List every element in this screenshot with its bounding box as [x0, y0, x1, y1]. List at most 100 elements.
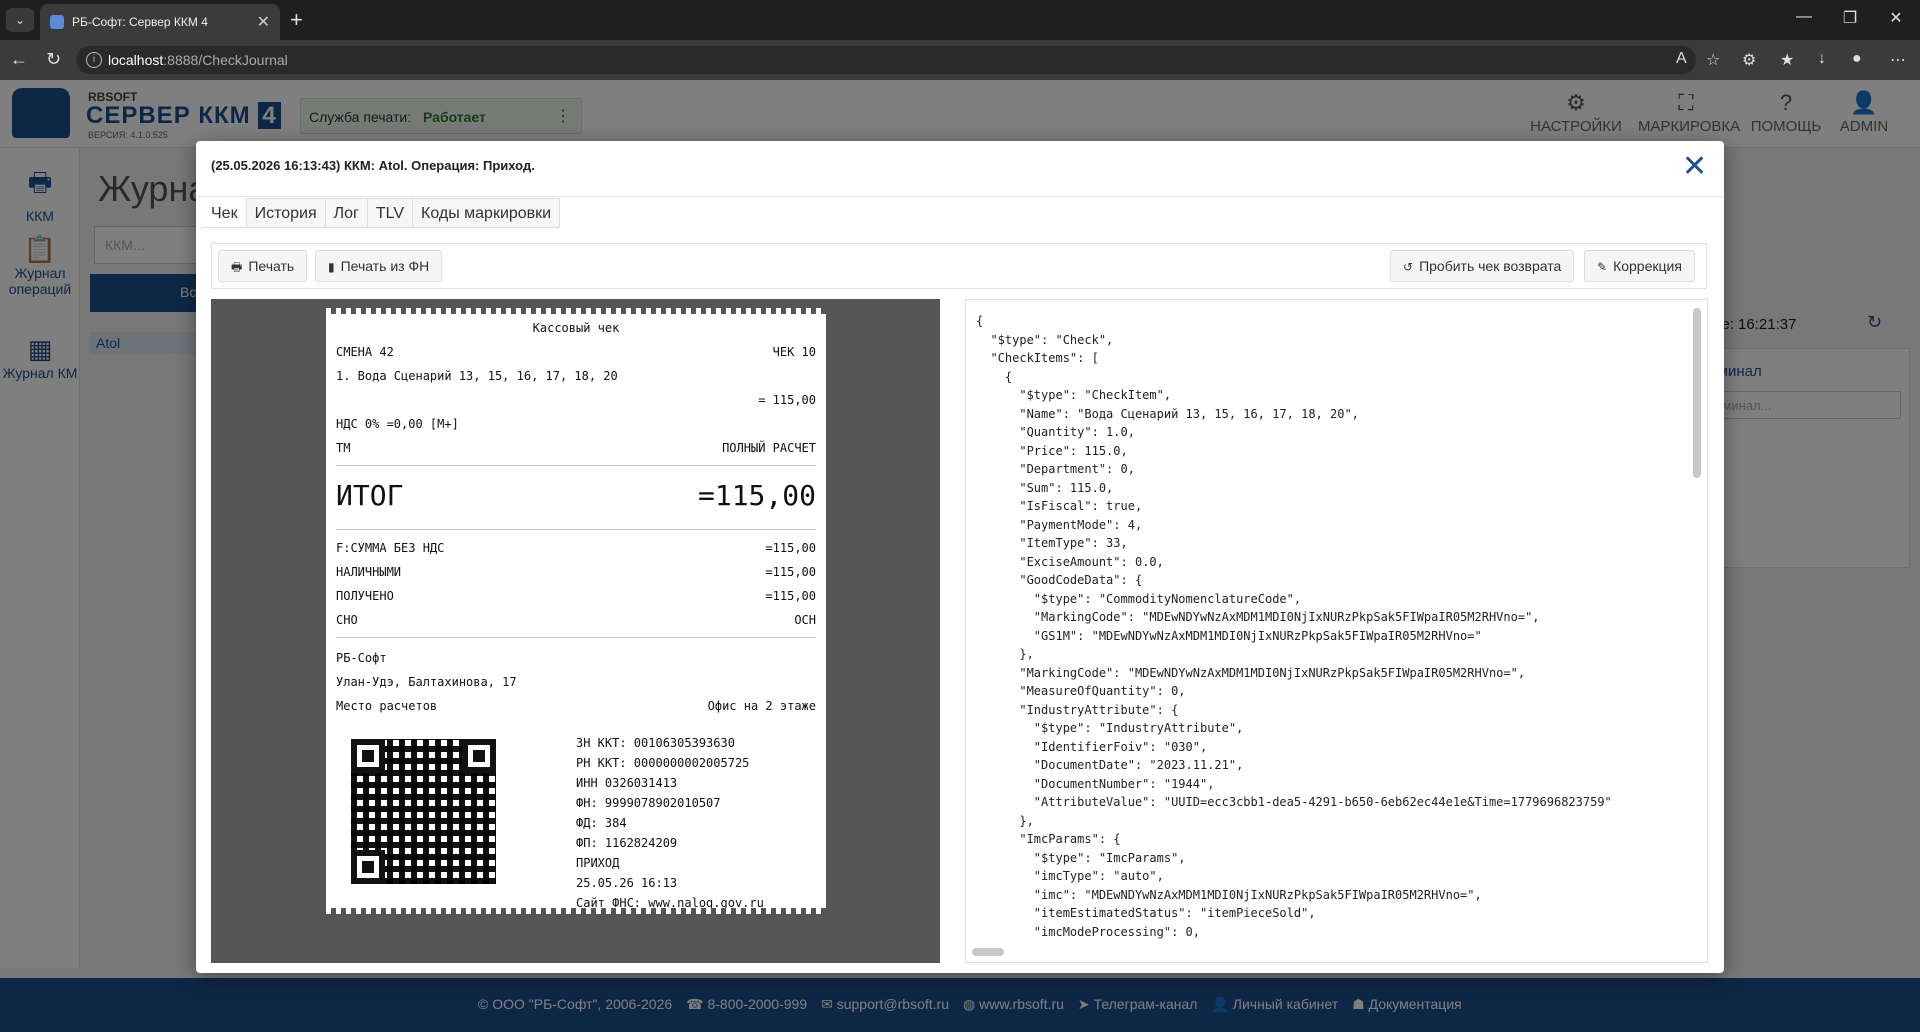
kkt-line: ФД: 384	[576, 816, 627, 830]
receipt-kkt-info: ЗН ККТ: 00106305393630 РН ККТ: 000000000…	[576, 733, 764, 913]
receipt-place-label: Место расчетов	[336, 699, 438, 713]
check-toolbar: 🖶 Печать ▮ Печать из ФН ↺ Пробить чек возвр…	[211, 243, 1707, 289]
address-bar[interactable]: i localhost:8888/CheckJournal	[76, 46, 1696, 74]
receipt-address: Улан-Удэ, Балтахинова, 17	[336, 675, 517, 689]
receipt-org: РБ-Софт	[336, 651, 387, 665]
receipt-line-value: =115,00	[765, 589, 816, 603]
horizontal-scrollbar[interactable]	[972, 948, 1004, 956]
print-button[interactable]: 🖶 Печать	[218, 250, 308, 282]
receipt-check-number: ЧЕК 10	[772, 345, 816, 359]
close-window-icon[interactable]: ✕	[1876, 8, 1916, 28]
receipt-tm-row: ТМ ПОЛНЫЙ РАСЧЕТ	[336, 441, 816, 455]
receipt-total-value: =115,00	[697, 479, 816, 512]
modal-tabs: Чек История Лог TLV Коды маркировки	[202, 198, 561, 228]
profile-avatar-icon[interactable]: ●	[1852, 50, 1862, 68]
receipt-place-row: Место расчетов Офис на 2 этаже	[336, 699, 816, 713]
receipt-divider	[336, 529, 816, 530]
extensions-icon[interactable]: ⚙	[1742, 50, 1756, 70]
modal-title: (25.05.2026 16:13:43) ККМ: Atol. Операци…	[211, 158, 535, 173]
site-info-icon[interactable]: i	[86, 52, 102, 68]
print-from-fn-button[interactable]: ▮ Печать из ФН	[315, 250, 443, 282]
receipt-shift: СМЕНА 42	[336, 345, 394, 359]
more-menu-icon[interactable]: ⋯	[1890, 50, 1906, 70]
print-from-fn-label: Печать из ФН	[340, 258, 430, 274]
back-icon[interactable]: ←	[10, 49, 28, 70]
refund-check-button[interactable]: ↺ Пробить чек возврата	[1390, 250, 1575, 282]
receipt-line-value: =115,00	[765, 565, 816, 579]
printer-icon: 🖶	[231, 260, 243, 274]
receipt-line: СНО ОСН	[336, 613, 816, 627]
kkt-line: ФП: 1162824209	[576, 836, 678, 850]
receipt-qr-code-icon	[351, 739, 496, 884]
receipt-line: НАЛИЧНЫМИ =115,00	[336, 565, 816, 579]
restore-icon[interactable]: ❐	[1830, 8, 1870, 28]
correction-button[interactable]: ✎ Коррекция	[1584, 250, 1695, 282]
modal-divider	[196, 196, 1724, 197]
tab-tlv[interactable]: TLV	[366, 198, 413, 227]
receipt-line-label: F:СУММА БЕЗ НДС	[336, 541, 445, 555]
url-path: :8888/CheckJournal	[163, 52, 288, 68]
receipt-place-value: Офис на 2 этаже	[707, 699, 816, 713]
close-tab-icon[interactable]: ✕	[257, 12, 270, 32]
browser-toolbar: ← ↻ i localhost:8888/CheckJournal A ☆ ⚙ …	[0, 40, 1920, 80]
receipt-line: ПОЛУЧЕНО =115,00	[336, 589, 816, 603]
receipt-line-value: ОСН	[794, 613, 816, 627]
url-host: localhost	[108, 52, 164, 68]
reload-icon[interactable]: ↻	[46, 49, 61, 70]
favorites-icon[interactable]: ★	[1780, 50, 1794, 70]
receipt-total-label: ИТОГ	[336, 479, 404, 512]
vertical-scrollbar[interactable]	[1693, 308, 1701, 478]
qr-finder-pattern	[351, 850, 385, 884]
receipt-divider	[336, 465, 816, 466]
site-favicon-icon	[50, 15, 64, 29]
receipt-item: 1. Вода Сценарий 13, 15, 16, 17, 18, 20	[336, 369, 618, 383]
receipt-vat: НДС 0% =0,00 [М+]	[336, 417, 459, 431]
fn-device-icon: ▮	[328, 260, 335, 274]
read-aloud-icon[interactable]: A	[1676, 50, 1687, 68]
kkt-line: ПРИХОД	[576, 856, 620, 870]
qr-finder-pattern	[351, 739, 385, 773]
receipt: Кассовый чек СМЕНА 42 ЧЕК 10 1. Вода Сцен…	[326, 308, 826, 914]
receipt-bottom-edge	[326, 908, 826, 914]
receipt-line: F:СУММА БЕЗ НДС =115,00	[336, 541, 816, 555]
minimize-icon[interactable]: —	[1784, 8, 1824, 26]
kkt-line: РН ККТ: 0000000002005725	[576, 756, 750, 770]
tab-history[interactable]: История	[245, 198, 326, 227]
undo-icon: ↺	[1403, 260, 1414, 274]
receipt-title: Кассовый чек	[532, 321, 620, 335]
kkt-line: 25.05.26 16:13	[576, 876, 678, 890]
new-tab-icon[interactable]: +	[290, 7, 303, 33]
browser-tabbar: ⌄ РБ-Софт: Сервер ККМ 4 ✕ + — ❐ ✕	[0, 0, 1920, 40]
downloads-icon[interactable]: ↓	[1818, 50, 1826, 68]
tab-marking-codes[interactable]: Коды маркировки	[412, 198, 561, 227]
receipt-divider	[336, 637, 816, 638]
browser-tab[interactable]: РБ-Софт: Сервер ККМ 4 ✕	[40, 4, 280, 40]
kkt-line: ФН: 9999078902010507	[576, 796, 721, 810]
receipt-line-label: НАЛИЧНЫМИ	[336, 565, 402, 579]
qr-finder-pattern	[462, 739, 496, 773]
close-icon[interactable]: ✕	[1682, 149, 1707, 184]
correction-label: Коррекция	[1613, 258, 1682, 274]
favorite-star-icon[interactable]: ☆	[1706, 50, 1720, 70]
tab-list-dropdown-icon[interactable]: ⌄	[6, 8, 34, 32]
receipt-line-label: СНО	[336, 613, 358, 627]
pencil-icon: ✎	[1597, 260, 1608, 274]
receipt-preview-panel: Кассовый чек СМЕНА 42 ЧЕК 10 1. Вода Сцен…	[211, 299, 940, 963]
check-details-modal: (25.05.2026 16:13:43) ККМ: Atol. Операци…	[196, 141, 1724, 973]
receipt-shift-row: СМЕНА 42 ЧЕК 10	[336, 345, 816, 359]
tab-log[interactable]: Лог	[324, 198, 368, 227]
receipt-line-label: ПОЛУЧЕНО	[336, 589, 394, 603]
receipt-total-row: ИТОГ =115,00	[336, 479, 816, 512]
json-text: { "$type": "Check", "CheckItems": [ { "$…	[976, 314, 1612, 939]
receipt-full-payment: ПОЛНЫЙ РАСЧЕТ	[722, 441, 816, 455]
receipt-tm: ТМ	[336, 441, 351, 455]
print-button-label: Печать	[248, 258, 295, 274]
json-view-panel[interactable]: { "$type": "Check", "CheckItems": [ { "$…	[965, 299, 1708, 963]
receipt-item-sum: = 115,00	[758, 393, 816, 407]
receipt-top-edge	[326, 308, 826, 314]
kkt-line: ЗН ККТ: 00106305393630	[576, 736, 735, 750]
refund-check-label: Пробить чек возврата	[1419, 258, 1562, 274]
receipt-line-value: =115,00	[765, 541, 816, 555]
tab-check[interactable]: Чек	[202, 198, 247, 227]
tab-title: РБ-Софт: Сервер ККМ 4	[72, 15, 208, 29]
